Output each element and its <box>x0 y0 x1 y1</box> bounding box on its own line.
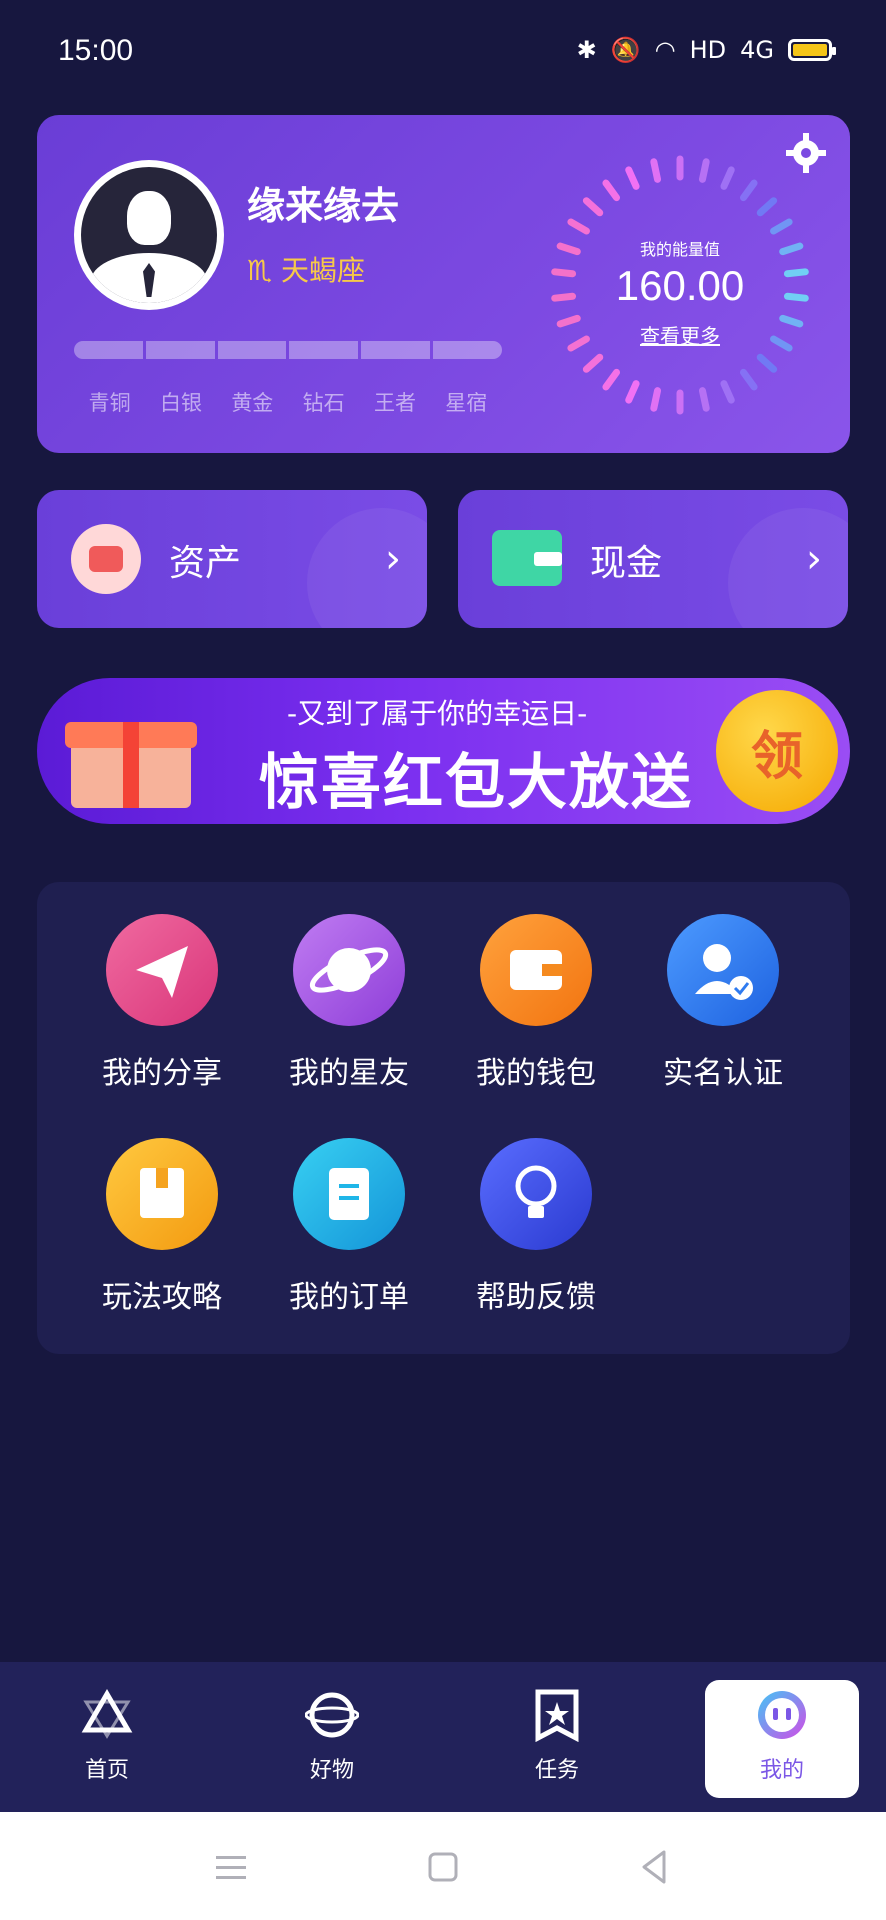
face-icon <box>758 1691 806 1739</box>
avatar[interactable] <box>74 160 224 310</box>
menu-item-label: 玩法攻略 <box>102 1280 222 1315</box>
level-label: 星宿 <box>445 391 488 415</box>
signal-label: 4G <box>740 36 774 64</box>
level-label: 青铜 <box>88 391 131 415</box>
menu-item-share[interactable]: 我的分享 <box>72 914 252 1092</box>
tab-tasks[interactable]: 任务 <box>480 1680 634 1798</box>
planet-icon <box>293 914 405 1026</box>
menu-item-verification[interactable]: 实名认证 <box>633 914 813 1092</box>
banner-title: 惊喜红包大放送 <box>259 748 693 818</box>
feature-grid: 我的分享 我的星友 我的钱包 实名认证 玩法攻略 我的订单 帮助反馈 <box>37 882 850 1354</box>
menu-item-label: 我的钱包 <box>476 1056 596 1091</box>
status-icons: ✱ 🔕 ◠ HD 4G <box>576 36 836 64</box>
cash-card[interactable]: 现金 › <box>458 490 848 628</box>
claim-button[interactable]: 领 <box>716 690 838 812</box>
clipboard-icon <box>293 1138 405 1250</box>
energy-gauge[interactable]: 我的能量值 160.00 查看更多 <box>545 150 815 420</box>
bottom-tab-bar: 首页 好物 任务 我的 <box>0 1662 886 1812</box>
vibrate-icon: 🔕 <box>610 36 641 64</box>
bookmark-star-icon <box>535 1689 579 1743</box>
menu-item-orders[interactable]: 我的订单 <box>259 1138 439 1316</box>
battery-icon <box>788 39 836 61</box>
username: 缘来缘去 <box>247 184 400 228</box>
verified-user-icon <box>667 914 779 1026</box>
tab-goods[interactable]: 好物 <box>255 1680 409 1798</box>
menu-item-label: 帮助反馈 <box>476 1280 596 1315</box>
tab-label: 好物 <box>309 1758 354 1783</box>
energy-more-link[interactable]: 查看更多 <box>545 320 815 349</box>
red-packet-banner[interactable]: -又到了属于你的幸运日- 惊喜红包大放送 领 <box>37 678 850 824</box>
assets-card[interactable]: 资产 › <box>37 490 427 628</box>
menu-item-wallet[interactable]: 我的钱包 <box>446 914 626 1092</box>
system-nav-bar <box>0 1812 886 1920</box>
lightbulb-icon <box>480 1138 592 1250</box>
network-label: HD <box>689 36 727 64</box>
tab-label: 我的 <box>759 1758 804 1783</box>
banner-subtitle: -又到了属于你的幸运日- <box>287 697 588 730</box>
paper-plane-icon <box>106 914 218 1026</box>
energy-value: 160.00 <box>615 262 745 309</box>
tab-home[interactable]: 首页 <box>30 1680 184 1798</box>
chevron-right-icon: › <box>385 536 401 582</box>
level-progress-bar <box>74 341 502 359</box>
wifi-icon: ◠ <box>654 36 676 64</box>
menu-item-friends[interactable]: 我的星友 <box>259 914 439 1092</box>
status-bar: 15:00 ✱ 🔕 ◠ HD 4G <box>0 0 886 110</box>
guide-book-icon <box>106 1138 218 1250</box>
menu-item-label: 我的星友 <box>289 1056 409 1091</box>
cash-label: 现金 <box>590 543 663 584</box>
bluetooth-icon: ✱ <box>576 36 597 64</box>
level-labels: 青铜 白银 黄金 钻石 王者 星宿 <box>74 387 502 417</box>
back-triangle-icon[interactable] <box>630 1842 680 1892</box>
menu-item-label: 我的订单 <box>289 1280 409 1315</box>
zodiac-label: ♏ 天蝎座 <box>247 254 366 287</box>
assets-wallet-icon <box>71 524 141 594</box>
tab-label: 任务 <box>534 1758 579 1783</box>
triangle-star-icon <box>81 1689 133 1739</box>
profile-card: 缘来缘去 ♏ 天蝎座 青铜 白银 黄金 钻石 王者 星宿 我的能量值 160.0… <box>37 115 850 453</box>
level-label: 黄金 <box>231 391 274 415</box>
home-square-icon[interactable] <box>418 1842 468 1892</box>
tab-label: 首页 <box>84 1758 129 1783</box>
status-time: 15:00 <box>58 34 134 67</box>
menu-item-help[interactable]: 帮助反馈 <box>446 1138 626 1316</box>
wallet-icon <box>480 914 592 1026</box>
assets-label: 资产 <box>169 543 242 584</box>
menu-item-label: 我的分享 <box>102 1056 222 1091</box>
tab-profile[interactable]: 我的 <box>705 1680 859 1798</box>
cash-wallet-icon <box>492 520 562 590</box>
energy-label: 我的能量值 <box>639 240 720 259</box>
gift-box-icon <box>65 708 197 808</box>
level-label: 王者 <box>373 391 416 415</box>
menu-item-guide[interactable]: 玩法攻略 <box>72 1138 252 1316</box>
menu-item-label: 实名认证 <box>663 1056 783 1091</box>
menu-icon[interactable] <box>206 1842 256 1892</box>
level-label: 钻石 <box>302 391 345 415</box>
chevron-right-icon: › <box>806 536 822 582</box>
level-label: 白银 <box>159 391 202 415</box>
planet-ring-icon <box>304 1692 360 1738</box>
